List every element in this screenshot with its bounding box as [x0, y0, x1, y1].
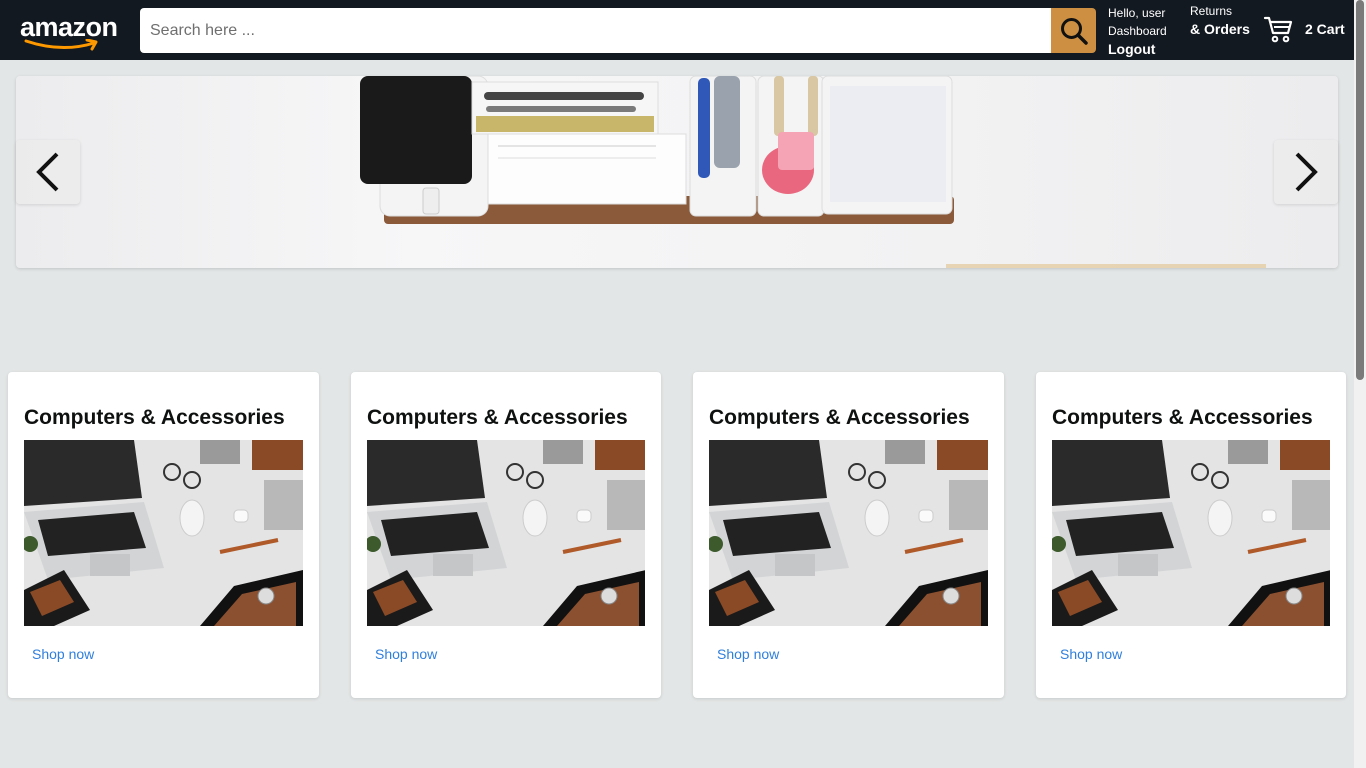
search-icon — [1060, 17, 1088, 45]
shop-now-link[interactable]: Shop now — [717, 646, 779, 662]
card-image[interactable] — [1052, 440, 1330, 626]
laptop-desk-image — [709, 440, 988, 626]
shop-now-link[interactable]: Shop now — [32, 646, 94, 662]
logout-link[interactable]: Logout — [1108, 40, 1167, 58]
page-scrollbar[interactable] — [1354, 0, 1366, 768]
card-title: Computers & Accessories — [24, 406, 285, 429]
scrollbar-thumb[interactable] — [1356, 0, 1364, 380]
navbar: amazon Hello, user Dashboard Logout Retu… — [0, 0, 1354, 60]
orders-label: & Orders — [1190, 21, 1250, 37]
cart-link[interactable]: 2 Cart — [1263, 14, 1345, 44]
laptop-desk-image — [1052, 440, 1330, 626]
laptop-desk-image — [367, 440, 645, 626]
shop-now-link[interactable]: Shop now — [1060, 646, 1122, 662]
card-title: Computers & Accessories — [1052, 406, 1313, 429]
account-menu: Hello, user Dashboard Logout — [1108, 4, 1167, 58]
category-card: Computers & Accessories Shop now — [8, 372, 319, 698]
search-input[interactable] — [140, 8, 1051, 53]
dashboard-link[interactable]: Dashboard — [1108, 22, 1167, 40]
category-card: Computers & Accessories Shop now — [1036, 372, 1346, 698]
card-title: Computers & Accessories — [367, 406, 628, 429]
smile-arrow-icon — [24, 39, 98, 51]
chevron-right-icon — [1295, 152, 1318, 192]
desk-organizer-image — [360, 76, 1266, 268]
banner-next-button[interactable] — [1274, 140, 1338, 204]
chevron-left-icon — [36, 152, 59, 192]
search-bar — [140, 8, 1096, 53]
cart-label: 2 Cart — [1305, 21, 1345, 37]
account-greeting: Hello, user — [1108, 6, 1166, 20]
amazon-logo[interactable]: amazon — [20, 12, 120, 52]
returns-orders-link[interactable]: Returns & Orders — [1190, 4, 1250, 40]
shop-now-link[interactable]: Shop now — [375, 646, 437, 662]
card-image[interactable] — [709, 440, 988, 626]
laptop-desk-image — [24, 440, 303, 626]
card-image[interactable] — [24, 440, 303, 626]
category-card: Computers & Accessories Shop now — [351, 372, 661, 698]
category-card: Computers & Accessories Shop now — [693, 372, 1004, 698]
search-button[interactable] — [1051, 8, 1096, 53]
hero-banner — [16, 76, 1338, 268]
returns-label: Returns — [1190, 4, 1233, 18]
cart-icon — [1263, 16, 1293, 43]
banner-prev-button[interactable] — [16, 140, 80, 204]
card-title: Computers & Accessories — [709, 406, 970, 429]
card-image[interactable] — [367, 440, 645, 626]
